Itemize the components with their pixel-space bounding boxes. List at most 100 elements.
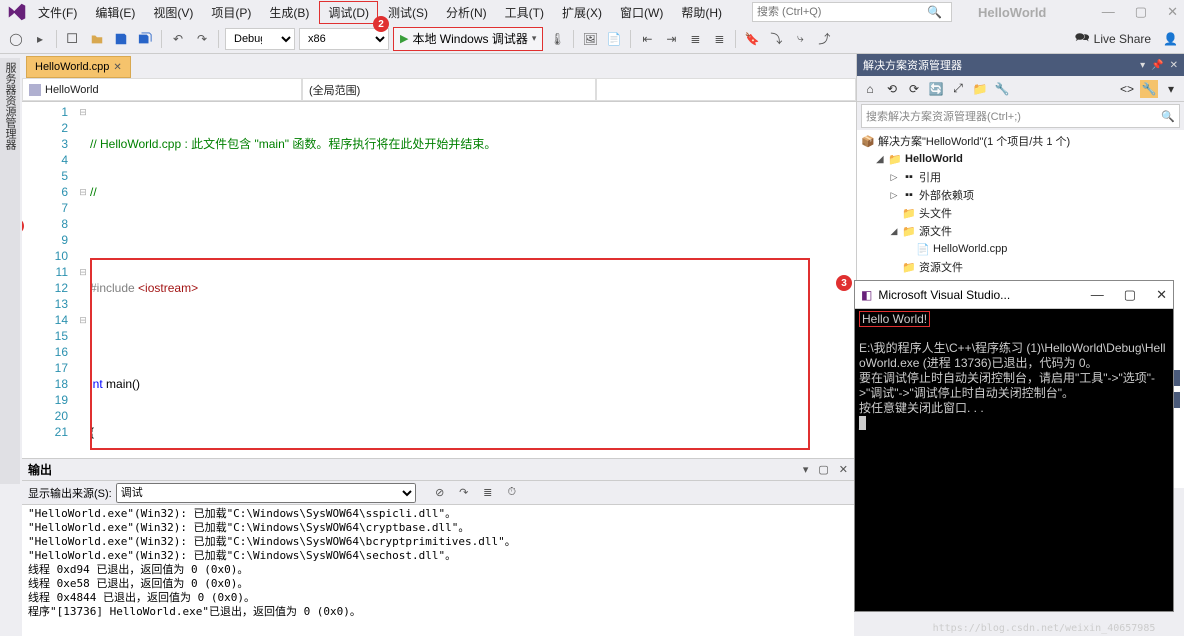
external-deps-node[interactable]: ▷▪▪外部依赖项: [861, 186, 1180, 204]
menu-test[interactable]: 测试(S): [380, 2, 436, 23]
minimize-icon[interactable]: ―: [1102, 4, 1115, 20]
menu-build[interactable]: 生成(B): [261, 2, 317, 23]
output-body[interactable]: "HelloWorld.exe"(Win32): 已加载"C:\Windows\…: [22, 505, 854, 636]
close-icon[interactable]: ✕: [1156, 287, 1167, 303]
menu-tools[interactable]: 工具(T): [497, 2, 552, 23]
solution-root[interactable]: 📦解决方案"HelloWorld"(1 个项目/共 1 个): [861, 132, 1180, 150]
home-icon[interactable]: ⌂: [861, 80, 879, 98]
nav-back-icon[interactable]: ◯: [6, 29, 26, 49]
menu-window[interactable]: 窗口(W): [612, 2, 671, 23]
platform-select[interactable]: x86: [299, 28, 389, 50]
scope-bar: HelloWorld (全局范围): [22, 78, 856, 102]
dropdown-icon[interactable]: ▾: [803, 463, 809, 476]
console-window: ◧ Microsoft Visual Studio... ― ▢ ✕ Hello…: [854, 280, 1174, 612]
minimize-icon[interactable]: ―: [1091, 287, 1104, 303]
img-icon[interactable]: 🖼: [580, 29, 600, 49]
output-title: 输出 ▾▢✕: [22, 459, 854, 481]
scope-project-select[interactable]: HelloWorld: [22, 78, 302, 101]
step-out-icon[interactable]: ⤴: [814, 29, 834, 49]
pin-icon[interactable]: 📌: [1151, 60, 1163, 71]
console-hello-highlight: Hello World!: [859, 311, 930, 327]
goto-icon[interactable]: ↷: [454, 483, 474, 503]
start-debugger-button[interactable]: ▶ 本地 Windows 调试器 ▾: [393, 27, 543, 51]
toolbar: ◯ ▸ ↶ ↷ Debug x86 ▶ 本地 Windows 调试器 ▾ 🌡 🖼…: [0, 24, 1184, 54]
uncomment-icon[interactable]: ≣: [709, 29, 729, 49]
console-icon: ◧: [861, 288, 872, 302]
project-icon: [29, 84, 41, 96]
close-icon[interactable]: ✕: [1167, 4, 1178, 20]
code-lines[interactable]: // HelloWorld.cpp : 此文件包含 "main" 函数。程序执行…: [90, 102, 856, 488]
clear-icon[interactable]: ⊘: [430, 483, 450, 503]
show-all-icon[interactable]: 📁: [971, 80, 989, 98]
code-editor[interactable]: 123456789101112131415161718192021 ⊟⊟⊟⊟ /…: [22, 102, 856, 488]
sources-node[interactable]: ◢📁源文件: [861, 222, 1180, 240]
badge-3: 3: [836, 275, 852, 291]
references-node[interactable]: ▷▪▪引用: [861, 168, 1180, 186]
resources-node[interactable]: 📁资源文件: [861, 258, 1180, 276]
headers-node[interactable]: 📁头文件: [861, 204, 1180, 222]
menu-analyze[interactable]: 分析(N): [438, 2, 495, 23]
stamp-icon[interactable]: ⏱: [502, 483, 522, 503]
wrench-icon[interactable]: 🔧: [1140, 80, 1158, 98]
watermark: https://blog.csdn.net/weixin_40657985: [904, 623, 1184, 634]
indent-less-icon[interactable]: ⇤: [637, 29, 657, 49]
wrap-icon[interactable]: ≣: [478, 483, 498, 503]
project-node[interactable]: ◢📁HelloWorld: [861, 150, 1180, 168]
sync-icon[interactable]: ⟳: [905, 80, 923, 98]
properties-icon[interactable]: 🔧: [993, 80, 1011, 98]
console-output[interactable]: Hello World! E:\我的程序人生\C++\程序练习 (1)\Hell…: [855, 309, 1173, 611]
new-project-icon[interactable]: [63, 29, 83, 49]
badge-2: 2: [373, 16, 389, 32]
menu-project[interactable]: 项目(P): [203, 2, 259, 23]
cpp-file-icon: 📄: [916, 242, 930, 256]
refresh-icon[interactable]: 🔄: [927, 80, 945, 98]
live-share-button[interactable]: 🗪 Live Share 👤: [1075, 28, 1178, 49]
solution-search[interactable]: 搜索解决方案资源管理器(Ctrl+;) 🔍: [861, 104, 1180, 128]
maximize-icon[interactable]: ▢: [1135, 4, 1147, 20]
redo-icon[interactable]: ↷: [192, 29, 212, 49]
search-box[interactable]: 🔍: [752, 2, 952, 22]
server-explorer-tab[interactable]: 服务器资源管理器: [0, 58, 20, 484]
collapse-icon[interactable]: ⤢: [949, 80, 967, 98]
menu-help[interactable]: 帮助(H): [673, 2, 730, 23]
maximize-icon[interactable]: ▢: [818, 463, 828, 476]
output-source-select[interactable]: 调试: [116, 483, 416, 503]
close-icon[interactable]: ✕: [1170, 60, 1178, 71]
back-icon[interactable]: ⟲: [883, 80, 901, 98]
search-icon: 🔍: [1161, 110, 1175, 123]
save-all-icon[interactable]: [135, 29, 155, 49]
user-icon: 👤: [1163, 32, 1178, 46]
indent-more-icon[interactable]: ⇥: [661, 29, 681, 49]
scope-member-select[interactable]: [596, 78, 856, 101]
pin-icon[interactable]: ✕: [113, 62, 121, 73]
comment-icon[interactable]: ≣: [685, 29, 705, 49]
bookmark-icon[interactable]: 🔖: [742, 29, 762, 49]
code-view-icon[interactable]: <>: [1118, 80, 1136, 98]
menu-view[interactable]: 视图(V): [145, 2, 201, 23]
close-icon[interactable]: ✕: [839, 463, 848, 476]
scope-global-select[interactable]: (全局范围): [302, 78, 596, 101]
folder-icon: 📁: [902, 206, 916, 220]
nav-fwd-icon[interactable]: ▸: [30, 29, 50, 49]
menu-file[interactable]: 文件(F): [30, 2, 85, 23]
attach-icon[interactable]: 🌡: [547, 29, 567, 49]
dropdown-icon[interactable]: ▾: [1140, 60, 1145, 71]
console-title-bar[interactable]: ◧ Microsoft Visual Studio... ― ▢ ✕: [855, 281, 1173, 309]
more-icon[interactable]: ▾: [1162, 80, 1180, 98]
output-panel: 输出 ▾▢✕ 显示输出来源(S): 调试 ⊘ ↷ ≣ ⏱ "HelloWorld…: [22, 458, 854, 636]
undo-icon[interactable]: ↶: [168, 29, 188, 49]
menu-edit[interactable]: 编辑(E): [87, 2, 143, 23]
step-into-icon[interactable]: ⤷: [790, 29, 810, 49]
menu-extensions[interactable]: 扩展(X): [554, 2, 610, 23]
source-file-node[interactable]: 📄HelloWorld.cpp: [861, 240, 1180, 258]
config-select[interactable]: Debug: [225, 28, 295, 50]
save-icon[interactable]: [111, 29, 131, 49]
open-icon[interactable]: [87, 29, 107, 49]
search-input[interactable]: [757, 6, 927, 18]
step-over-icon[interactable]: ⤵: [766, 29, 786, 49]
maximize-icon[interactable]: ▢: [1124, 287, 1136, 303]
menu-bar: 文件(F) 编辑(E) 视图(V) 项目(P) 生成(B) 调试(D) 测试(S…: [0, 0, 1184, 24]
menu-debug[interactable]: 调试(D): [319, 1, 378, 24]
file-icon[interactable]: 📄: [604, 29, 624, 49]
file-tab[interactable]: HelloWorld.cpp ✕: [26, 56, 131, 78]
